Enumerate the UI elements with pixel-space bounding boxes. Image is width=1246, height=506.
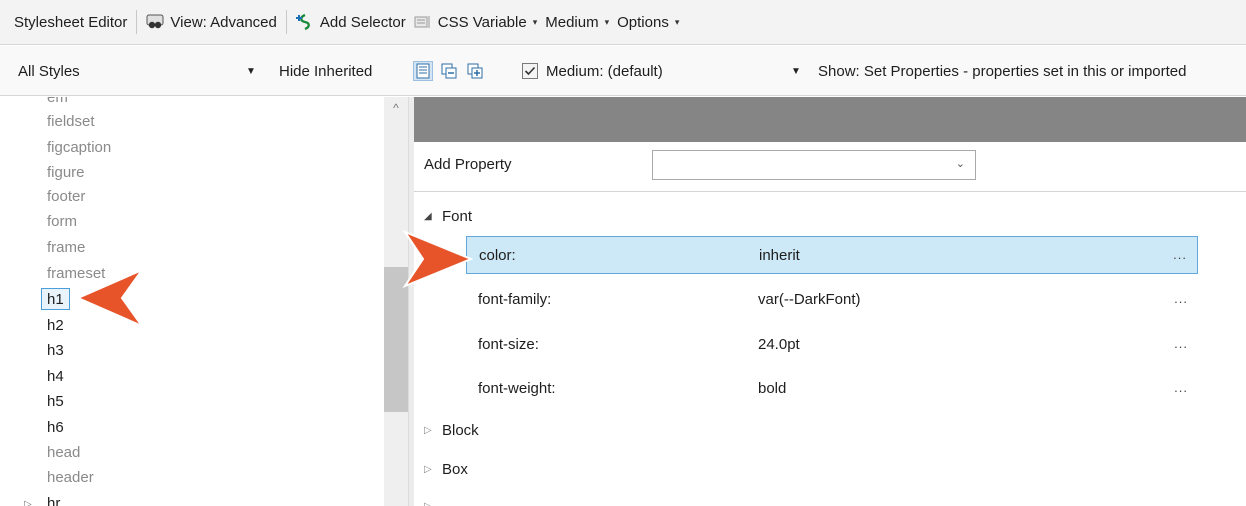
add-selector-label: Add Selector xyxy=(319,13,406,31)
chevron-down-icon: ▾ xyxy=(604,16,610,27)
medium-menu-label: Medium xyxy=(545,13,599,31)
group-label: Font xyxy=(442,208,473,225)
tree-item[interactable]: figure xyxy=(47,162,85,184)
styles-filter-label: All Styles xyxy=(18,62,80,80)
view-mode-label: View: Advanced xyxy=(170,13,277,31)
css-variable-icon xyxy=(414,13,432,31)
styles-filter-dropdown[interactable]: ▼ xyxy=(246,46,256,96)
property-row-font-family[interactable]: font-family: var(--DarkFont) ... xyxy=(466,281,1198,319)
tree-item[interactable]: fieldset xyxy=(47,111,95,133)
add-property-select[interactable]: ⌄ xyxy=(652,150,976,180)
hide-inherited-button[interactable]: Hide Inherited xyxy=(279,46,372,96)
tree-item[interactable]: figcaption xyxy=(47,137,111,159)
tree-item[interactable]: frame xyxy=(47,237,85,259)
tree-item[interactable]: hr xyxy=(47,493,60,506)
collapsed-triangle-icon: ▷ xyxy=(424,425,432,436)
property-value[interactable]: inherit xyxy=(759,247,800,264)
property-value[interactable]: 24.0pt xyxy=(758,336,800,353)
show-filter-select[interactable]: Show: Set Properties - properties set in… xyxy=(818,46,1246,96)
collapsed-triangle-icon: ▷ xyxy=(424,464,432,475)
add-selector-button[interactable]: Add Selector xyxy=(292,7,410,37)
selector-tree: em fieldset figcaption figure footer for… xyxy=(0,97,408,506)
show-filter-dropdown[interactable]: ▼ xyxy=(791,46,801,96)
property-ellipsis-button[interactable]: ... xyxy=(1174,291,1188,306)
tree-item-partial[interactable]: em xyxy=(47,97,68,109)
property-ellipsis-button[interactable]: ... xyxy=(1173,247,1187,262)
toolbar-title: Stylesheet Editor xyxy=(14,13,128,31)
group-block[interactable]: ▷ Block xyxy=(424,419,479,443)
group-font[interactable]: ◢ Font xyxy=(424,205,472,229)
view-toggle-group xyxy=(413,46,485,96)
property-name: font-size: xyxy=(478,336,539,353)
chevron-down-icon: ▾ xyxy=(532,16,538,27)
tree-item[interactable]: h6 xyxy=(47,417,64,439)
callout-arrow-right-icon xyxy=(402,229,474,289)
view-mode-button[interactable]: View: Advanced xyxy=(142,7,280,37)
property-ellipsis-button[interactable]: ... xyxy=(1174,380,1188,395)
medium-menu[interactable]: Medium ▾ xyxy=(541,7,613,37)
tree-item-selected[interactable]: h1 xyxy=(41,288,70,310)
properties-pane: Add Property ⌄ ◢ Font color: inherit ...… xyxy=(414,97,1246,506)
tree-item[interactable]: form xyxy=(47,211,77,233)
group-partial[interactable]: ▷ xyxy=(424,495,442,506)
main-toolbar: Stylesheet Editor View: Advanced Add Sel… xyxy=(0,0,1246,45)
callout-arrow-left-icon xyxy=(75,267,145,329)
tree-item[interactable]: h5 xyxy=(47,391,64,413)
dropdown-arrow-icon: ▼ xyxy=(791,65,801,77)
add-selector-icon xyxy=(295,13,314,31)
tree-item[interactable]: h3 xyxy=(47,340,64,362)
options-menu[interactable]: Options ▾ xyxy=(613,7,683,37)
chevron-down-icon: ⌄ xyxy=(955,158,965,170)
collapsed-triangle-icon: ▷ xyxy=(424,495,442,506)
tree-item[interactable]: head xyxy=(47,442,80,464)
dropdown-arrow-icon: ▼ xyxy=(246,65,256,77)
property-row-font-weight[interactable]: font-weight: bold ... xyxy=(466,370,1198,408)
group-label: Box xyxy=(442,461,468,478)
expanded-triangle-icon: ◢ xyxy=(424,211,432,222)
group-box[interactable]: ▷ Box xyxy=(424,458,468,482)
properties-view-icon[interactable] xyxy=(413,61,433,81)
add-property-label: Add Property xyxy=(424,156,512,173)
medium-default-checkbox[interactable]: Medium: (default) xyxy=(522,46,663,96)
expand-triangle-icon[interactable]: ▷ xyxy=(24,499,32,506)
property-value[interactable]: var(--DarkFont) xyxy=(758,291,861,308)
property-name: font-family: xyxy=(478,291,552,308)
filter-bar: All Styles ▼ Hide Inherited Medium: (def… xyxy=(0,46,1246,96)
property-value[interactable]: bold xyxy=(758,380,786,397)
collapse-all-icon[interactable] xyxy=(439,61,459,81)
group-label: Block xyxy=(442,422,479,439)
tree-item[interactable]: h2 xyxy=(47,315,64,337)
properties-header-strip xyxy=(414,97,1246,142)
tree-scrollbar[interactable]: ^ xyxy=(384,97,408,506)
property-ellipsis-button[interactable]: ... xyxy=(1174,336,1188,351)
css-variable-label: CSS Variable xyxy=(437,13,527,31)
options-menu-label: Options xyxy=(617,13,669,31)
medium-default-label: Medium: (default) xyxy=(546,62,663,80)
property-name: color: xyxy=(479,247,516,264)
chevron-down-icon: ▾ xyxy=(674,16,680,27)
show-filter-label: Show: Set Properties - properties set in… xyxy=(818,62,1187,80)
expand-all-icon[interactable] xyxy=(465,61,485,81)
tree-item[interactable]: footer xyxy=(47,186,85,208)
checkmark-icon xyxy=(522,63,538,79)
tree-item[interactable]: header xyxy=(47,467,94,489)
toolbar-separator xyxy=(136,10,138,34)
hide-inherited-label: Hide Inherited xyxy=(279,62,373,80)
css-variable-button[interactable]: CSS Variable ▾ xyxy=(410,7,541,37)
view-glasses-icon xyxy=(146,13,164,31)
property-row-color[interactable]: color: inherit ... xyxy=(466,236,1198,274)
toolbar-separator xyxy=(285,10,287,34)
add-property-row: Add Property ⌄ xyxy=(414,142,1246,192)
property-row-font-size[interactable]: font-size: 24.0pt ... xyxy=(466,326,1198,364)
scroll-up-icon[interactable]: ^ xyxy=(384,101,408,115)
styles-filter-select[interactable]: All Styles xyxy=(18,46,80,96)
tree-item[interactable]: h4 xyxy=(47,366,64,388)
property-name: font-weight: xyxy=(478,380,556,397)
